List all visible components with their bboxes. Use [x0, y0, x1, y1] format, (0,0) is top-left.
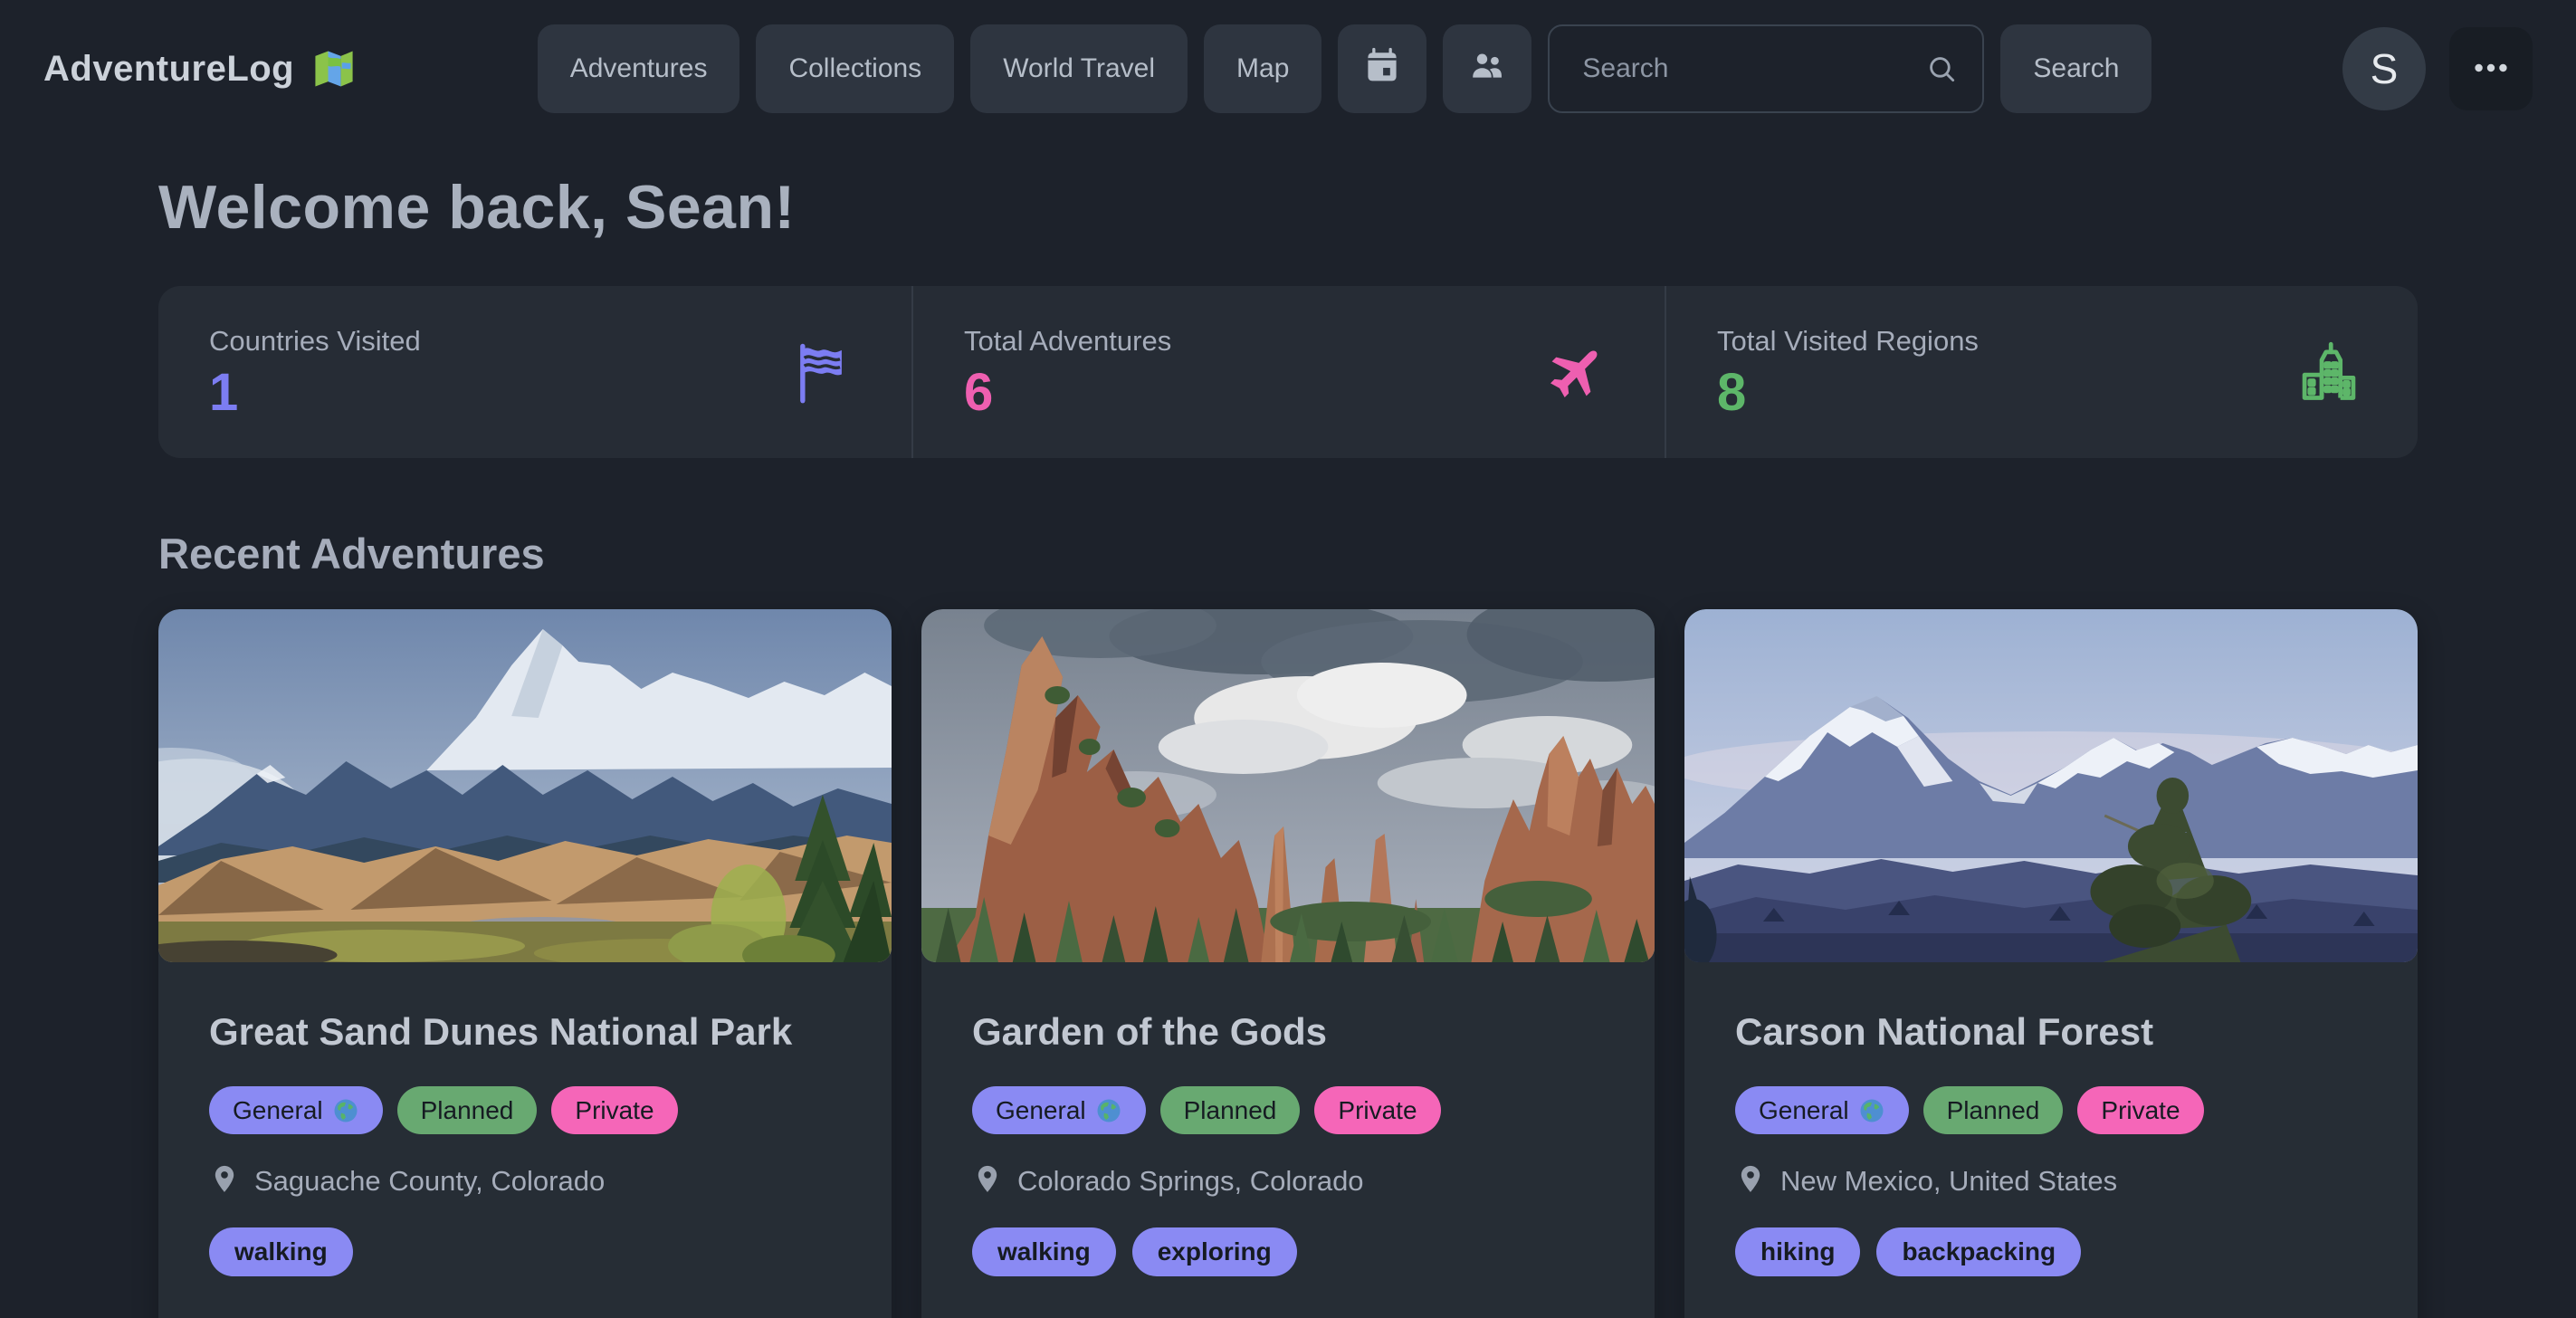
tag-row: hiking backpacking [1735, 1227, 2367, 1276]
tag-row: walking [209, 1227, 841, 1276]
activity-tag: walking [209, 1227, 353, 1276]
card-body: Carson National Forest General Planned P… [1684, 962, 2418, 1318]
nav-collections-button[interactable]: Collections [756, 24, 954, 113]
stat-total-visited-regions: Total Visited Regions 8 [1665, 286, 2418, 458]
adventure-title: Garden of the Gods [972, 1006, 1604, 1059]
visibility-badge: Private [2077, 1086, 2203, 1135]
adventure-image-snowy-mountains[interactable] [1684, 609, 2418, 962]
location-text: New Mexico, United States [1780, 1165, 2117, 1198]
city-icon [2295, 338, 2363, 406]
location-text: Saguache County, Colorado [254, 1165, 605, 1198]
calendar-button[interactable] [1338, 24, 1426, 113]
nav-links: Adventures Collections World Travel Map [538, 24, 2152, 113]
ellipsis-icon [2470, 47, 2512, 91]
status-badge: Planned [1923, 1086, 2064, 1135]
tag-row: walking exploring [972, 1227, 1604, 1276]
section-heading: Recent Adventures [158, 529, 2418, 578]
adventure-cards: Great Sand Dunes National Park General P… [158, 609, 2418, 1318]
navbar: AdventureLog Adventures Collections Worl… [0, 0, 2576, 138]
card-body: Garden of the Gods General Planned Priva… [921, 962, 1655, 1318]
stat-value: 1 [209, 367, 861, 419]
location-row: Colorado Springs, Colorado [972, 1163, 1604, 1199]
globe-icon [1858, 1097, 1885, 1124]
stats-panel: Countries Visited 1 Total Adventures 6 [158, 286, 2418, 458]
plane-icon [1541, 338, 1610, 406]
adventure-title: Great Sand Dunes National Park [209, 1006, 841, 1059]
activity-tag: walking [972, 1227, 1116, 1276]
location-row: Saguache County, Colorado [209, 1163, 841, 1199]
brand[interactable]: AdventureLog [43, 45, 358, 92]
stat-value: 6 [964, 367, 1614, 419]
search-button[interactable]: Search [2000, 24, 2151, 113]
flag-icon [788, 338, 857, 406]
category-badge: General [1735, 1086, 1909, 1135]
visibility-badge: Private [551, 1086, 677, 1135]
activity-tag: backpacking [1876, 1227, 2081, 1276]
card-body: Great Sand Dunes National Park General P… [158, 962, 892, 1318]
search-input[interactable] [1548, 24, 1984, 113]
adventure-image-sand-dunes[interactable] [158, 609, 892, 962]
category-badge: General [209, 1086, 383, 1135]
page-title: Welcome back, Sean! [158, 172, 2418, 243]
globe-icon [332, 1097, 359, 1124]
search-field-wrap [1548, 24, 1984, 113]
adventure-image-red-rocks[interactable] [921, 609, 1655, 962]
overflow-menu-button[interactable] [2449, 27, 2533, 110]
stat-label: Total Adventures [964, 325, 1614, 358]
users-button[interactable] [1443, 24, 1531, 113]
stat-label: Total Visited Regions [1717, 325, 2367, 358]
activity-tag: exploring [1132, 1227, 1297, 1276]
location-pin-icon [1735, 1163, 1766, 1199]
adventure-card[interactable]: Great Sand Dunes National Park General P… [158, 609, 892, 1318]
visibility-badge: Private [1314, 1086, 1440, 1135]
globe-icon [1095, 1097, 1122, 1124]
main-content: Welcome back, Sean! Countries Visited 1 … [0, 172, 2576, 1318]
stat-label: Countries Visited [209, 325, 861, 358]
map-icon [310, 45, 358, 92]
brand-title: AdventureLog [43, 49, 294, 90]
status-badge: Planned [397, 1086, 538, 1135]
badge-row: General Planned Private [972, 1086, 1604, 1135]
status-badge: Planned [1160, 1086, 1301, 1135]
users-icon [1467, 45, 1507, 92]
nav-adventures-button[interactable]: Adventures [538, 24, 740, 113]
search-icon [1924, 52, 1959, 86]
badge-row: General Planned Private [209, 1086, 841, 1135]
stat-total-adventures: Total Adventures 6 [911, 286, 1665, 458]
nav-right: S [2342, 27, 2533, 110]
activity-tag: hiking [1735, 1227, 1860, 1276]
stat-value: 8 [1717, 367, 2367, 419]
location-pin-icon [209, 1163, 240, 1199]
badge-row: General Planned Private [1735, 1086, 2367, 1135]
avatar[interactable]: S [2342, 27, 2426, 110]
location-row: New Mexico, United States [1735, 1163, 2367, 1199]
stat-countries-visited: Countries Visited 1 [158, 286, 911, 458]
location-pin-icon [972, 1163, 1003, 1199]
calendar-icon [1362, 45, 1402, 92]
nav-world-travel-button[interactable]: World Travel [970, 24, 1188, 113]
nav-map-button[interactable]: Map [1204, 24, 1321, 113]
adventure-title: Carson National Forest [1735, 1006, 2367, 1059]
category-badge: General [972, 1086, 1146, 1135]
location-text: Colorado Springs, Colorado [1017, 1165, 1364, 1198]
adventure-card[interactable]: Carson National Forest General Planned P… [1684, 609, 2418, 1318]
adventure-card[interactable]: Garden of the Gods General Planned Priva… [921, 609, 1655, 1318]
